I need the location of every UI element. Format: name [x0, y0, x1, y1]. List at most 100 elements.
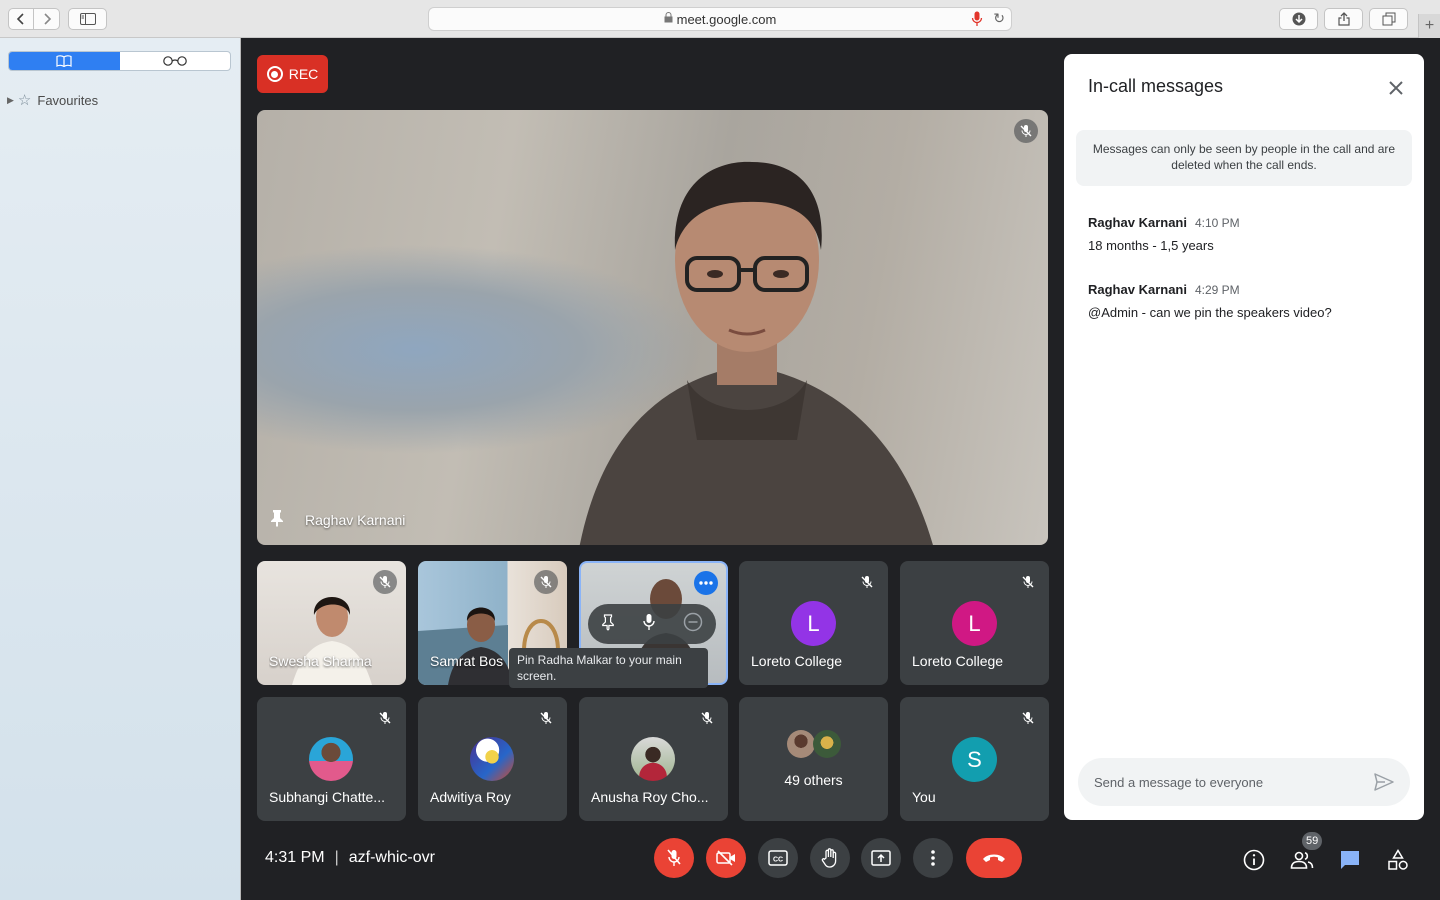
participant-tile[interactable]: Adwitiya Roy [418, 697, 567, 821]
mic-off-icon [667, 849, 681, 866]
hang-up-icon [983, 854, 1005, 862]
present-screen-button[interactable] [861, 838, 901, 878]
more-options-button[interactable] [694, 571, 718, 595]
closed-captions-icon: CC [768, 850, 788, 866]
message-composer [1078, 758, 1410, 806]
muted-icon [855, 570, 879, 594]
remove-participant-button[interactable] [683, 612, 703, 637]
svg-text:CC: CC [773, 857, 783, 864]
participant-tile[interactable]: L Loreto College [900, 561, 1049, 685]
tab-overview-button[interactable] [1369, 8, 1408, 30]
people-icon [1290, 851, 1314, 869]
chat-button[interactable] [1338, 848, 1362, 872]
muted-icon [695, 706, 719, 730]
record-icon [266, 66, 283, 82]
glasses-icon [162, 56, 187, 66]
avatar: L [791, 601, 836, 646]
activities-button[interactable] [1386, 848, 1410, 872]
pin-tooltip: Pin Radha Malkar to your main screen. [509, 648, 708, 688]
reading-list-tab[interactable] [120, 52, 231, 70]
send-button[interactable] [1372, 770, 1396, 794]
chat-message: Raghav Karnani 4:29 PM @Admin - can we pi… [1088, 281, 1408, 320]
message-text: 18 months - 1,5 years [1088, 238, 1214, 253]
recording-label: REC [288, 66, 319, 82]
recording-indicator[interactable]: REC [257, 55, 328, 93]
close-panel-button[interactable] [1384, 76, 1408, 100]
participant-count-badge: 59 [1302, 832, 1323, 850]
tabs-icon [1382, 12, 1395, 26]
meeting-details: 4:31 PM | azf-whic-ovr [265, 849, 435, 867]
share-icon [1337, 12, 1350, 26]
participant-tile[interactable]: Anusha Roy Cho... [579, 697, 728, 821]
downloads-button[interactable] [1279, 8, 1318, 30]
forward-button[interactable] [34, 8, 60, 30]
pin-icon [602, 613, 615, 631]
participant-name: Swesha Sharma [269, 653, 372, 669]
back-button[interactable] [8, 8, 34, 30]
browser-toolbar: meet.google.com ↻ + [0, 0, 1440, 38]
reload-icon[interactable]: ↻ [993, 10, 1005, 27]
raise-hand-button[interactable] [810, 838, 850, 878]
chevron-left-icon [16, 13, 24, 25]
meeting-time: 4:31 PM [265, 849, 325, 866]
in-call-messages-panel: In-call messages Messages can only be se… [1064, 54, 1424, 820]
avatar [470, 737, 514, 781]
message-input[interactable] [1094, 772, 1354, 792]
meeting-details-button[interactable] [1242, 848, 1266, 872]
pin-icon [269, 509, 285, 532]
avatar [813, 730, 841, 758]
meet-app: REC Raghav Karnani Swesha Sharma Samrat … [241, 38, 1440, 900]
new-tab-button[interactable]: + [1418, 14, 1440, 38]
remove-circle-icon [683, 612, 702, 631]
sidebar-toggle-button[interactable] [68, 8, 107, 30]
message-text: @Admin - can we pin the speakers video? [1088, 305, 1332, 320]
others-tile[interactable]: 49 others [739, 697, 888, 821]
avatar: S [952, 737, 997, 782]
avatar: L [952, 601, 997, 646]
leave-call-button[interactable] [966, 838, 1022, 878]
avatar [309, 737, 353, 781]
participant-name: Anusha Roy Cho... [591, 789, 709, 805]
book-icon [56, 55, 72, 67]
message-time: 4:29 PM [1194, 283, 1240, 297]
muted-icon [1016, 706, 1040, 730]
microphone-recording-icon[interactable] [971, 11, 983, 27]
participant-name: You [912, 789, 936, 805]
tile-hover-controls [588, 604, 716, 644]
participant-tile[interactable]: Swesha Sharma [257, 561, 406, 685]
captions-button[interactable]: CC [758, 838, 798, 878]
microphone-toggle-button[interactable] [654, 838, 694, 878]
speaker-figure [579, 161, 933, 545]
muted-icon [373, 570, 397, 594]
participant-name: Adwitiya Roy [430, 789, 511, 805]
others-count-label: 49 others [784, 772, 843, 788]
muted-icon [534, 570, 558, 594]
share-button[interactable] [1324, 8, 1363, 30]
mute-participant-button[interactable] [642, 613, 656, 636]
more-horizontal-icon [699, 581, 713, 585]
address-bar[interactable]: meet.google.com ↻ [428, 7, 1012, 31]
camera-toggle-button[interactable] [706, 838, 746, 878]
bookmarks-tab[interactable] [9, 52, 120, 70]
panel-title: In-call messages [1088, 76, 1224, 96]
pin-button[interactable] [601, 613, 615, 636]
avatar [631, 737, 675, 781]
chat-icon [1341, 851, 1359, 869]
meeting-code: azf-whic-ovr [348, 849, 435, 866]
download-icon [1292, 12, 1305, 26]
participant-name: Samrat Bos [430, 653, 504, 669]
participant-tile[interactable]: Subhangi Chatte... [257, 697, 406, 821]
message-sender: Raghav Karnani [1088, 282, 1187, 297]
favourites-item[interactable]: ▶ ☆ Favourites [7, 91, 98, 109]
main-speaker-video[interactable]: Raghav Karnani [257, 110, 1048, 545]
send-icon [1374, 773, 1394, 791]
separator: | [334, 849, 339, 866]
participant-tile[interactable]: L Loreto College [739, 561, 888, 685]
sidebar-icon [79, 13, 96, 25]
disclosure-triangle-icon[interactable]: ▶ [7, 95, 14, 106]
more-options-button[interactable] [913, 838, 953, 878]
camera-off-icon [716, 850, 735, 866]
self-tile[interactable]: S You [900, 697, 1049, 821]
people-button[interactable] [1290, 848, 1314, 872]
more-vertical-icon [931, 850, 935, 866]
